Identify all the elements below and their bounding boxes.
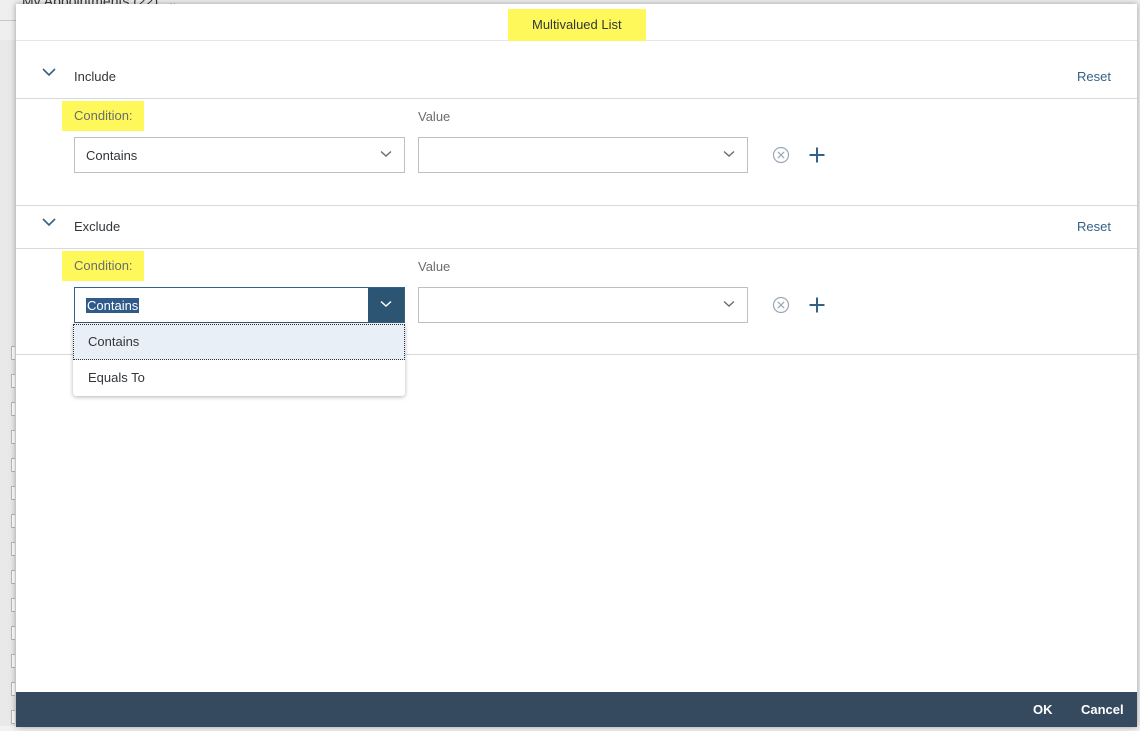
include-condition-value: Contains bbox=[86, 148, 138, 163]
include-label: Include bbox=[74, 69, 116, 84]
dropdown-option-contains[interactable]: Contains bbox=[73, 324, 405, 360]
dropdown-option-equals-to[interactable]: Equals To bbox=[73, 360, 405, 396]
exclude-value-dropdown-button[interactable] bbox=[711, 288, 747, 322]
background-table-edge bbox=[0, 40, 16, 731]
include-value-select[interactable] bbox=[418, 137, 748, 173]
chevron-down-icon bbox=[380, 300, 392, 307]
chevron-down-icon bbox=[42, 218, 56, 227]
exclude-value-select[interactable] bbox=[418, 287, 748, 323]
multivalued-list-dialog: Multivalued List Include Reset Condition… bbox=[16, 4, 1137, 727]
condition-dropdown-list: Contains Equals To bbox=[73, 324, 405, 396]
exclude-section-header: Exclude Reset bbox=[16, 203, 1137, 249]
include-condition-label: Condition: bbox=[62, 101, 144, 131]
include-reset-link[interactable]: Reset bbox=[1077, 69, 1111, 84]
include-section-header: Include Reset bbox=[16, 53, 1137, 99]
chevron-down-icon bbox=[380, 150, 392, 157]
exclude-condition-dropdown-button[interactable] bbox=[368, 288, 404, 322]
exclude-collapse-toggle[interactable] bbox=[42, 218, 62, 234]
exclude-label: Exclude bbox=[74, 219, 121, 234]
cancel-button[interactable]: Cancel bbox=[1081, 702, 1124, 717]
include-collapse-toggle[interactable] bbox=[42, 68, 62, 84]
include-value-label: Value bbox=[418, 109, 451, 124]
dialog-header: Multivalued List bbox=[16, 4, 1137, 41]
include-value-dropdown-button[interactable] bbox=[711, 138, 747, 172]
chevron-down-icon bbox=[723, 150, 735, 157]
divider bbox=[0, 20, 16, 21]
exclude-reset-link[interactable]: Reset bbox=[1077, 219, 1111, 234]
ok-button[interactable]: OK bbox=[1033, 702, 1053, 717]
include-condition-select[interactable]: Contains bbox=[74, 137, 405, 173]
exclude-add-icon[interactable] bbox=[808, 296, 826, 314]
include-condition-dropdown-button[interactable] bbox=[368, 138, 404, 172]
chevron-down-icon bbox=[42, 68, 56, 77]
chevron-down-icon bbox=[723, 300, 735, 307]
exclude-condition-select[interactable]: Contains bbox=[74, 287, 405, 323]
include-add-icon[interactable] bbox=[808, 146, 826, 164]
include-clear-icon[interactable] bbox=[772, 146, 790, 164]
dialog-footer: OK Cancel bbox=[16, 692, 1137, 727]
dialog-title: Multivalued List bbox=[508, 9, 646, 41]
exclude-value-label: Value bbox=[418, 259, 451, 274]
exclude-condition-value: Contains bbox=[86, 298, 140, 313]
exclude-condition-label: Condition: bbox=[62, 251, 144, 281]
exclude-clear-icon[interactable] bbox=[772, 296, 790, 314]
